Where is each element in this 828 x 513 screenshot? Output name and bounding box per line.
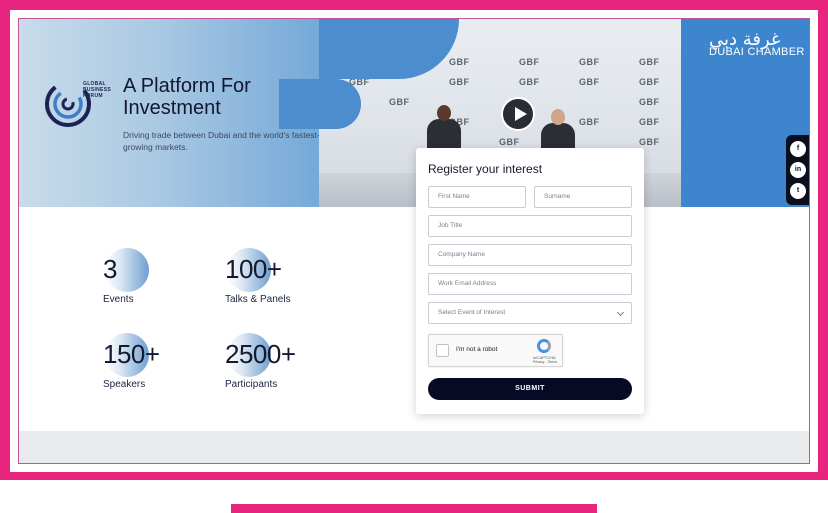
recaptcha-terms[interactable]: Privacy - Terms — [533, 360, 557, 364]
wall-logo: GBF — [639, 117, 660, 127]
register-form: Register your interest First Name Surnam… — [416, 148, 644, 414]
wall-logo: GBF — [499, 137, 520, 147]
stat-speakers-label: Speakers — [103, 379, 146, 390]
hero-title: A Platform For Investment — [123, 75, 251, 119]
form-title: Register your interest — [428, 162, 543, 176]
stat-speakers-number: 150+ — [103, 339, 160, 369]
wall-logo: GBF — [519, 57, 540, 67]
play-icon[interactable] — [501, 97, 535, 131]
stat-talks-label: Talks & Panels — [225, 294, 291, 305]
viewport: GBF GBF GBF GBF GBF GBF GBF GBF GBF GBF … — [10, 10, 818, 472]
stat-talks-number: 100+ — [225, 254, 282, 284]
gbf-logo-text: GLOBAL BUSINESS FORUM — [83, 81, 111, 99]
wall-logo: GBF — [449, 77, 470, 87]
work-email-field[interactable]: Work Email Address — [428, 273, 632, 295]
job-title-field[interactable]: Job Title — [428, 215, 632, 237]
recaptcha-checkbox[interactable] — [436, 344, 449, 357]
speaker-left-head — [437, 105, 451, 121]
dubai-chamber-logo[interactable]: DUBAI CHAMBER — [709, 46, 805, 58]
wall-logo: GBF — [389, 97, 410, 107]
wall-logo: GBF — [639, 97, 660, 107]
chevron-down-icon — [616, 308, 625, 317]
hero-subtitle: Driving trade between Dubai and the worl… — [123, 130, 320, 152]
wall-logo: GBF — [519, 77, 540, 87]
stat-events-label: Events — [103, 294, 134, 305]
wall-logo: GBF — [639, 137, 660, 147]
landing-page: GBF GBF GBF GBF GBF GBF GBF GBF GBF GBF … — [18, 18, 810, 464]
stat-participants-number: 2500+ — [225, 339, 296, 369]
event-select[interactable]: Select Event of Interest — [428, 302, 632, 324]
recaptcha-icon — [537, 339, 551, 353]
hero-banner: GBF GBF GBF GBF GBF GBF GBF GBF GBF GBF … — [19, 19, 809, 207]
wall-logo: GBF — [639, 57, 660, 67]
bottom-accent-bar — [231, 504, 597, 513]
wall-logo: GBF — [449, 57, 470, 67]
wall-logo: GBF — [579, 77, 600, 87]
submit-button[interactable]: SUBMIT — [428, 378, 632, 400]
first-name-field[interactable]: First Name — [428, 186, 526, 208]
speaker-right-head — [551, 109, 565, 125]
twitter-icon[interactable]: t — [790, 183, 806, 199]
stat-participants-label: Participants — [225, 379, 278, 390]
recaptcha-label: I'm not a robot — [456, 346, 498, 353]
wall-logo: GBF — [639, 77, 660, 87]
facebook-icon[interactable]: f — [790, 141, 806, 157]
wall-logo: GBF — [579, 57, 600, 67]
surname-field[interactable]: Surname — [534, 186, 632, 208]
recaptcha-widget: I'm not a robot reCAPTCHA Privacy - Term… — [428, 334, 563, 367]
stat-events-number: 3 — [103, 254, 117, 284]
wall-logo: GBF — [579, 117, 600, 127]
linkedin-icon[interactable]: in — [790, 162, 806, 178]
social-bar: f in t — [786, 135, 809, 205]
event-select-value: Select Event of Interest — [438, 309, 506, 316]
company-name-field[interactable]: Company Name — [428, 244, 632, 266]
footer-band — [19, 431, 809, 463]
